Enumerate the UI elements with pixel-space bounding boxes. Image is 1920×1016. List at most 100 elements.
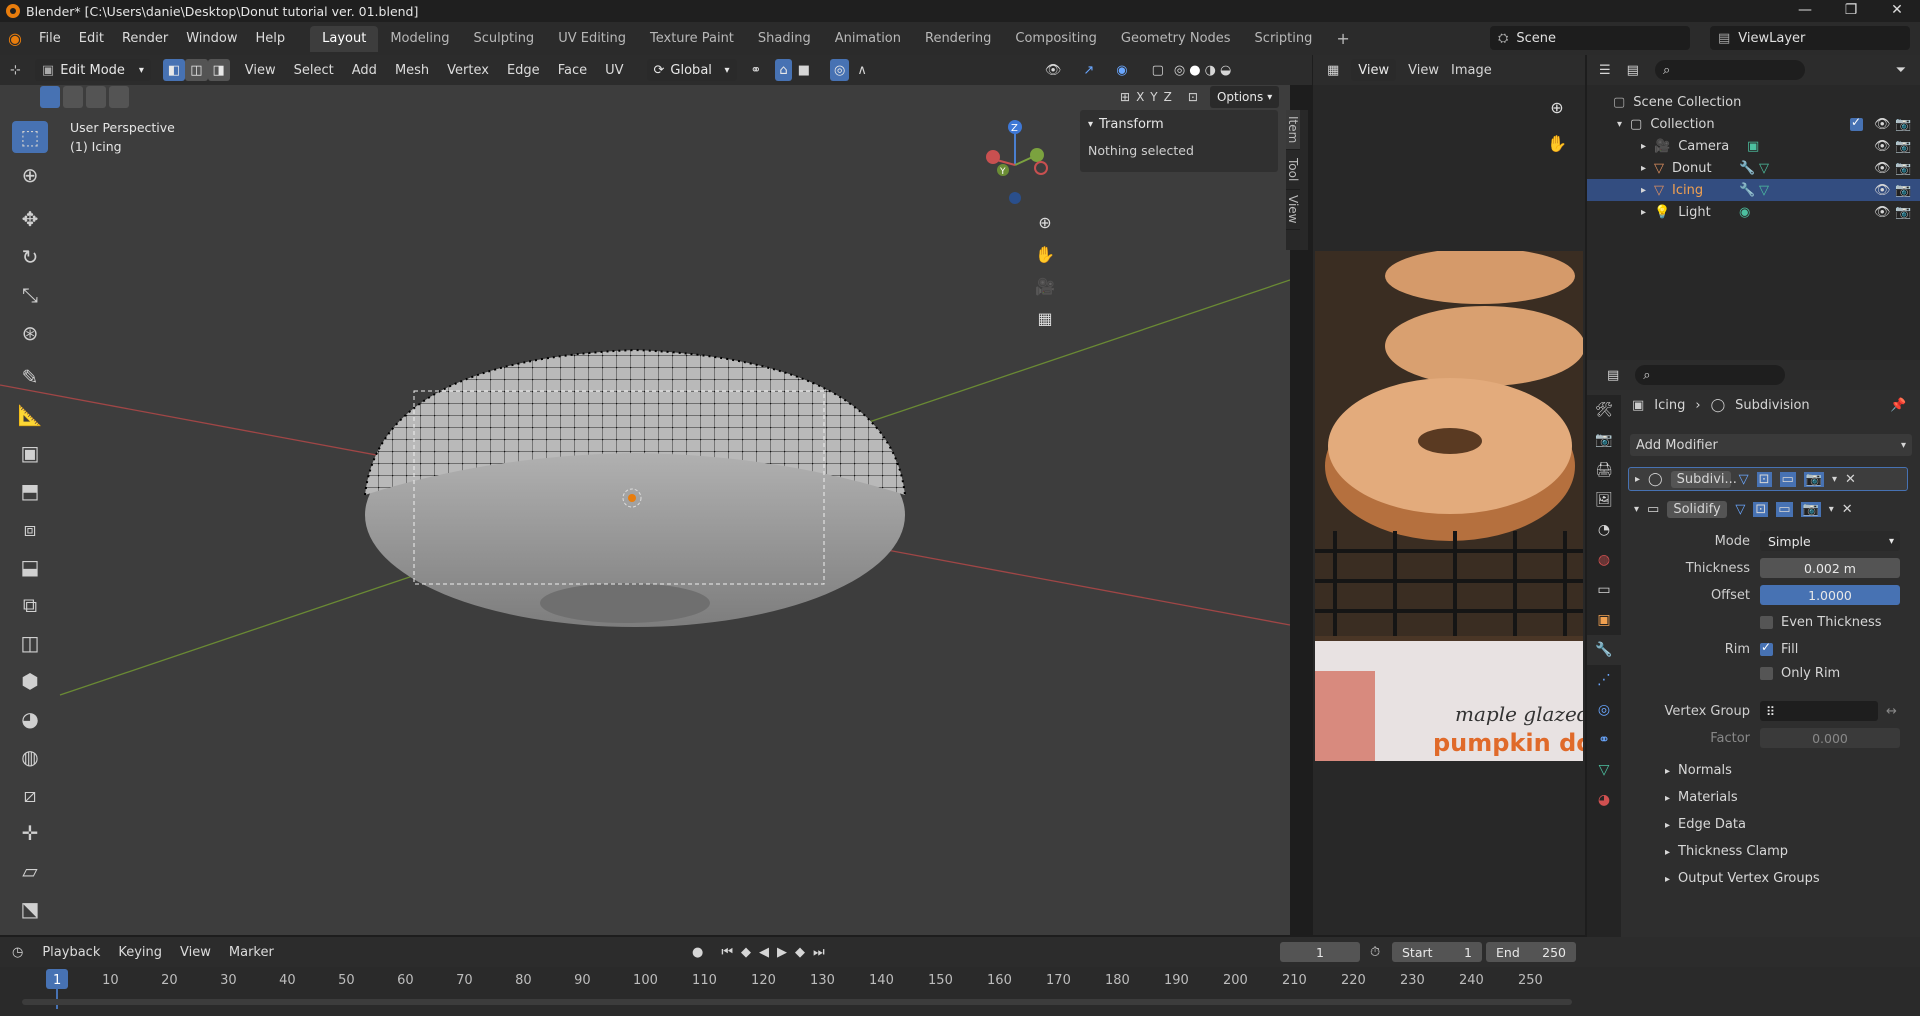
rip-tool-icon[interactable]: ⬔ xyxy=(12,893,48,925)
solid-shading-icon[interactable]: ● xyxy=(1189,63,1200,78)
edit-mode-toggle-icon[interactable]: ▽ xyxy=(1739,472,1749,487)
editor-type-icon[interactable]: ▦ xyxy=(1327,63,1339,78)
knife-tool-icon[interactable]: ◫ xyxy=(12,627,48,659)
render-camera-icon[interactable]: 📷 xyxy=(1895,139,1911,154)
transform-tool-icon[interactable]: ⊛ xyxy=(12,317,48,349)
snap-target-icon[interactable]: ■ xyxy=(798,63,810,78)
tab-view[interactable]: View xyxy=(1286,190,1300,230)
shear-tool-icon[interactable]: ▱ xyxy=(12,855,48,887)
data-tab-icon[interactable]: ▽ xyxy=(1587,755,1621,785)
viewport-toggle-icon[interactable]: ▭ xyxy=(1779,471,1796,487)
pin-icon[interactable]: 📌 xyxy=(1890,398,1906,413)
cage-toggle-icon[interactable]: ⊡ xyxy=(1753,501,1769,517)
tab-scripting[interactable]: Scripting xyxy=(1243,26,1325,52)
transform-header[interactable]: ▾ Transform xyxy=(1080,110,1278,139)
axis-y-toggle[interactable]: Y xyxy=(1150,90,1157,104)
vertex-group-field[interactable]: ⠿ xyxy=(1760,701,1878,721)
scene-collection-row[interactable]: ▢ Scene Collection xyxy=(1587,91,1920,113)
camera-data-icon[interactable]: ▣ xyxy=(1747,139,1759,154)
visibility-icon[interactable]: 👁 xyxy=(1045,63,1062,78)
properties-search[interactable]: ⌕ xyxy=(1635,365,1786,385)
tab-shading[interactable]: Shading xyxy=(746,26,823,52)
outliner-item-icing[interactable]: ▸ ▽ Icing 🔧 ▽ 👁 📷 xyxy=(1587,179,1920,201)
render-toggle-icon[interactable]: 📷 xyxy=(1800,501,1821,517)
remove-modifier-icon[interactable]: ✕ xyxy=(1845,472,1856,487)
render-camera-icon[interactable]: 📷 xyxy=(1895,161,1911,176)
viewport-3d[interactable] xyxy=(0,55,1290,935)
cage-toggle-icon[interactable]: ⊡ xyxy=(1756,471,1772,487)
subpanel-materials[interactable]: ▸ Materials xyxy=(1665,790,1738,805)
editor-type-icon[interactable]: ☰ xyxy=(1599,63,1611,78)
fill-checkbox[interactable] xyxy=(1760,640,1773,656)
jump-start-icon[interactable]: ⏮ xyxy=(721,945,733,960)
wireframe-shading-icon[interactable]: ◎ xyxy=(1174,63,1185,78)
outliner-item-donut[interactable]: ▸ ▽ Donut 🔧 ▽ 👁 📷 xyxy=(1587,157,1920,179)
scene-selector[interactable]: ⛭ Scene xyxy=(1490,26,1690,50)
shrink-fatten-tool-icon[interactable]: ✛ xyxy=(12,817,48,849)
subpanel-normals[interactable]: ▸ Normals xyxy=(1665,763,1732,778)
edit-mode-toggle-icon[interactable]: ▽ xyxy=(1735,502,1745,517)
mesh-data-icon[interactable]: ▽ xyxy=(1759,183,1769,198)
current-frame-field[interactable]: 1 xyxy=(1280,942,1360,962)
loop-cut-tool-icon[interactable]: ⧉ xyxy=(12,589,48,621)
render-camera-icon[interactable]: 📷 xyxy=(1895,205,1911,220)
axis-x-toggle[interactable]: X xyxy=(1136,90,1144,104)
bevel-tool-icon[interactable]: ⬓ xyxy=(12,551,48,583)
chevron-down-icon[interactable]: ▾ xyxy=(1829,504,1834,515)
timeline-scrollbar[interactable] xyxy=(22,999,1572,1005)
measure-tool-icon[interactable]: 📐 xyxy=(12,399,48,431)
menu-select[interactable]: Select xyxy=(285,54,343,87)
smooth-tool-icon[interactable]: ◍ xyxy=(12,741,48,773)
view-layer-tab-icon[interactable]: 🖼 xyxy=(1587,485,1621,515)
camera-view-icon[interactable]: 🎥 xyxy=(1031,272,1059,300)
editor-type-icon[interactable]: ▤ xyxy=(1607,368,1619,383)
viewport-toggle-icon[interactable]: ▭ xyxy=(1776,501,1793,517)
menu-edit[interactable]: Edit xyxy=(70,22,113,55)
world-tab-icon[interactable]: ◍ xyxy=(1587,545,1621,575)
even-thickness-row[interactable]: Even Thickness xyxy=(1640,611,1910,633)
end-frame-field[interactable]: End 250 xyxy=(1486,942,1576,962)
xray-icon[interactable]: ▢ xyxy=(1152,63,1164,78)
view-mode-dropdown[interactable]: View xyxy=(1351,59,1397,81)
add-workspace-icon[interactable]: + xyxy=(1324,26,1361,52)
blender-menu-icon[interactable]: ◉ xyxy=(0,29,30,48)
menu-image[interactable]: Image xyxy=(1451,63,1492,78)
menu-view[interactable]: View xyxy=(236,54,285,87)
zoom-icon[interactable]: ⊕ xyxy=(1031,208,1059,236)
proportional-edit-icon[interactable]: ◎ xyxy=(829,59,850,81)
object-tab-icon[interactable]: ▣ xyxy=(1587,605,1621,635)
collection-tab-icon[interactable]: ▭ xyxy=(1587,575,1621,605)
rotate-tool-icon[interactable]: ↻ xyxy=(12,241,48,273)
menu-help[interactable]: Help xyxy=(247,22,295,55)
scene-tab-icon[interactable]: ◔ xyxy=(1587,515,1621,545)
move-tool-icon[interactable]: ✥ xyxy=(12,203,48,235)
select-intersect-icon[interactable] xyxy=(109,86,129,108)
stopwatch-icon[interactable]: ⏱ xyxy=(1370,945,1380,960)
particles-tab-icon[interactable]: ⋰ xyxy=(1587,665,1621,695)
orientation-selector[interactable]: ⟳ Global ▾ xyxy=(646,59,737,81)
material-shading-icon[interactable]: ◑ xyxy=(1205,63,1216,78)
outliner-item-camera[interactable]: ▸ 🎥 Camera ▣ 👁 📷 xyxy=(1587,135,1920,157)
annotate-tool-icon[interactable]: ✎ xyxy=(12,361,48,393)
render-tab-icon[interactable]: 📷 xyxy=(1587,425,1621,455)
subpanel-output-vertex-groups[interactable]: ▸ Output Vertex Groups xyxy=(1665,871,1820,886)
menu-keying[interactable]: Keying xyxy=(109,936,171,969)
tab-animation[interactable]: Animation xyxy=(823,26,913,52)
mode-dropdown[interactable]: Simple ▾ xyxy=(1760,531,1900,551)
chevron-down-icon[interactable]: ▾ xyxy=(1832,474,1837,485)
pan-hand-icon[interactable]: ✋ xyxy=(1543,129,1571,157)
constraints-tab-icon[interactable]: ⚭ xyxy=(1587,725,1621,755)
extrude-tool-icon[interactable]: ⬒ xyxy=(12,475,48,507)
eye-icon[interactable]: 👁 xyxy=(1874,205,1891,220)
collection-row[interactable]: ▾ ▢ Collection 👁 📷 xyxy=(1587,113,1920,135)
spin-tool-icon[interactable]: ◕ xyxy=(12,703,48,735)
render-toggle-icon[interactable]: 📷 xyxy=(1803,471,1824,487)
light-data-icon[interactable]: ◉ xyxy=(1739,205,1750,220)
display-mode-icon[interactable]: ▤ xyxy=(1627,63,1639,78)
editor-type-icon[interactable]: ⊹ xyxy=(10,63,21,78)
menu-vertex[interactable]: Vertex xyxy=(438,54,498,87)
menu-add[interactable]: Add xyxy=(343,54,386,87)
close-button[interactable]: ✕ xyxy=(1874,0,1920,22)
menu-marker[interactable]: Marker xyxy=(220,936,283,969)
render-camera-icon[interactable]: 📷 xyxy=(1895,117,1911,132)
